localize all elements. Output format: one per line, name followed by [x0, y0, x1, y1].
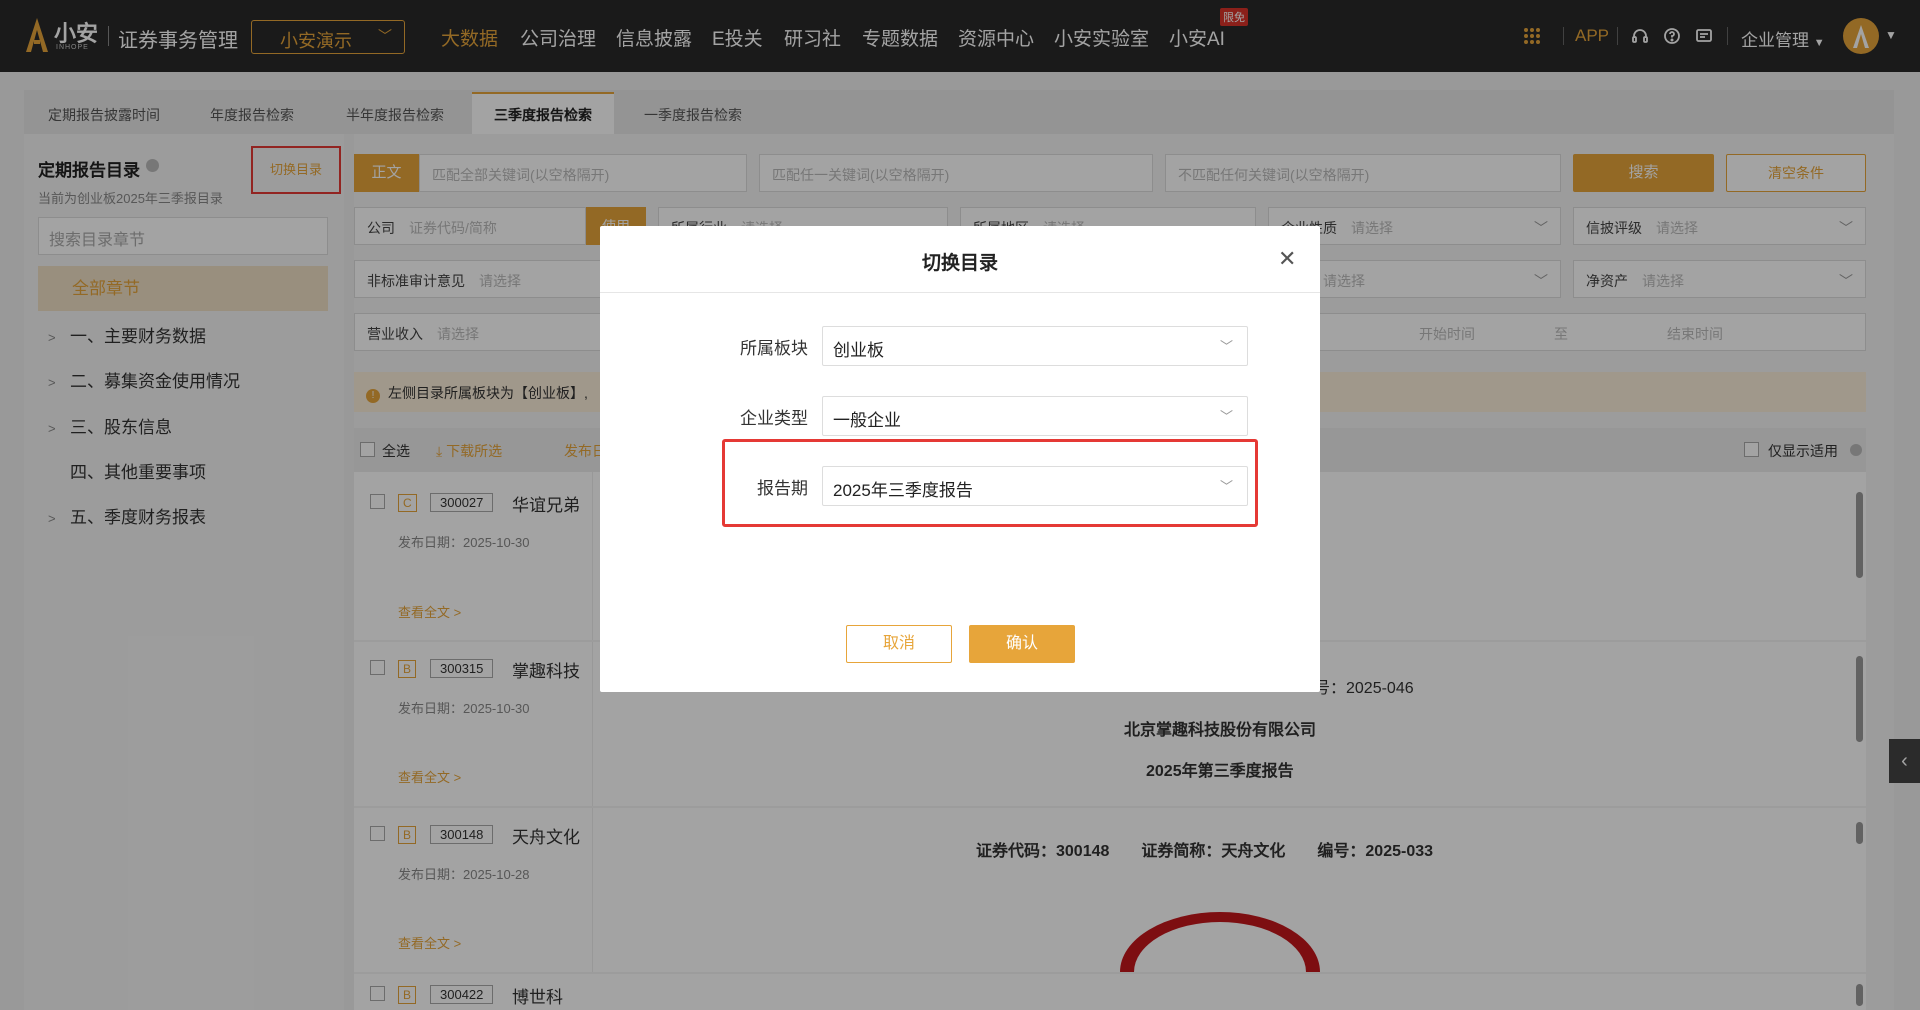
confirm-button[interactable]: 确认 — [969, 625, 1075, 663]
dialog-title: 切换目录 — [921, 253, 998, 274]
annotation-highlight-box — [722, 439, 1258, 527]
chevron-down-icon: ﹀ — [1219, 409, 1233, 424]
switch-catalog-dialog: 切换目录 ✕ 所属板块 创业板 ﹀ 企业类型 一般企业 ﹀ 报告期 2025年三季度… — [600, 226, 1320, 692]
divider — [600, 292, 1320, 293]
board-select[interactable]: 创业板 ﹀ — [822, 326, 1248, 366]
board-label: 所属板块 — [740, 339, 808, 358]
enterprise-type-label: 企业类型 — [740, 409, 808, 428]
board-select-value: 创业板 — [833, 341, 884, 360]
enterprise-type-select-value: 一般企业 — [833, 411, 901, 430]
enterprise-type-select[interactable]: 一般企业 ﹀ — [822, 396, 1248, 436]
cancel-button[interactable]: 取消 — [846, 625, 952, 663]
close-icon[interactable]: ✕ — [1278, 246, 1296, 272]
chevron-down-icon: ﹀ — [1219, 339, 1233, 354]
